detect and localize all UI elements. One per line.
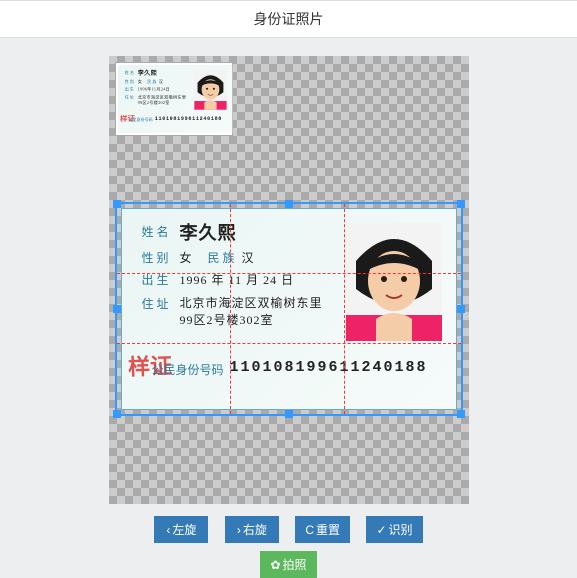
- value-nation: 汉: [158, 79, 162, 85]
- label-sex: 性 别: [142, 249, 169, 266]
- crop-guide: [117, 273, 461, 274]
- resize-handle-sw[interactable]: [113, 410, 121, 418]
- toolbar-secondary: ✿拍照: [0, 551, 577, 578]
- label-dob: 出 生: [124, 86, 133, 92]
- crop-guide: [230, 204, 231, 414]
- label-idno: 公民身份号码: [128, 117, 152, 123]
- resize-handle-ne[interactable]: [457, 200, 465, 208]
- value-sex: 女: [137, 79, 141, 85]
- crop-guide: [344, 204, 345, 414]
- panel-title: 身份证照片: [0, 0, 577, 38]
- label-idno: 公民身份号码: [152, 361, 224, 378]
- crop-workspace[interactable]: 姓 名 李久熙 性 别 女 民 族 汉 出 生 1996年11月24日 住 址 …: [109, 56, 469, 504]
- value-idno: 110108199611240188: [230, 359, 428, 376]
- rotate-left-button[interactable]: ‹左旋: [154, 516, 208, 543]
- value-idno: 110108199611240188: [154, 116, 221, 122]
- value-sex: 女: [180, 249, 193, 266]
- label-nation: 民 族: [147, 79, 156, 85]
- resize-handle-se[interactable]: [457, 410, 465, 418]
- check-icon: ✓: [376, 523, 386, 537]
- button-label: 识别: [389, 523, 413, 537]
- value-name: 李久熙: [180, 219, 237, 245]
- value-addr: 北京市海淀区双榆树东里99区2号楼302室: [180, 295, 330, 329]
- label-name: 姓 名: [142, 223, 169, 240]
- id-card-thumb: 姓 名 李久熙 性 别 女 民 族 汉 出 生 1996年11月24日 住 址 …: [118, 65, 232, 133]
- id-photo: [346, 223, 442, 341]
- button-label: 重置: [316, 523, 340, 537]
- cropped-image: 姓 名 李久熙 性 别 女 民 族 汉 出 生 1996 年 11 月 24 日…: [121, 208, 457, 410]
- id-photo: [194, 70, 227, 110]
- crop-box[interactable]: 姓 名 李久熙 性 别 女 民 族 汉 出 生 1996 年 11 月 24 日…: [115, 202, 463, 416]
- button-label: 右旋: [243, 523, 267, 537]
- value-nation: 汉: [242, 249, 255, 266]
- reset-button[interactable]: C重置: [295, 516, 350, 543]
- capture-button[interactable]: ✿拍照: [260, 551, 316, 578]
- resize-handle-s[interactable]: [285, 410, 293, 418]
- label-addr: 住 址: [142, 295, 169, 312]
- crop-guide: [117, 343, 461, 344]
- label-sex: 性 别: [124, 79, 133, 85]
- resize-handle-e[interactable]: [457, 305, 465, 313]
- recognize-button[interactable]: ✓识别: [366, 516, 422, 543]
- chevron-left-icon: ‹: [166, 523, 170, 537]
- value-name: 李久熙: [137, 68, 156, 77]
- label-addr: 住 址: [124, 94, 133, 100]
- resize-handle-n[interactable]: [285, 200, 293, 208]
- id-card: 姓 名 李久熙 性 别 女 民 族 汉 出 生 1996 年 11 月 24 日…: [122, 209, 457, 409]
- value-dob: 1996年11月24日: [137, 86, 169, 92]
- button-label: 拍照: [283, 558, 307, 572]
- toolbar: ‹左旋 ›右旋 C重置 ✓识别: [0, 516, 577, 543]
- value-addr: 北京市海淀区双榆树东里99区2号楼302室: [137, 94, 188, 105]
- resize-handle-w[interactable]: [113, 305, 121, 313]
- button-label: 左旋: [172, 523, 196, 537]
- camera-icon: ✿: [270, 558, 280, 572]
- resize-handle-nw[interactable]: [113, 200, 121, 208]
- reset-icon: C: [305, 523, 314, 537]
- chevron-right-icon: ›: [237, 523, 241, 537]
- preview-thumbnail: 姓 名 李久熙 性 别 女 民 族 汉 出 生 1996年11月24日 住 址 …: [115, 62, 233, 136]
- label-name: 姓 名: [124, 70, 133, 76]
- rotate-right-button[interactable]: ›右旋: [225, 516, 279, 543]
